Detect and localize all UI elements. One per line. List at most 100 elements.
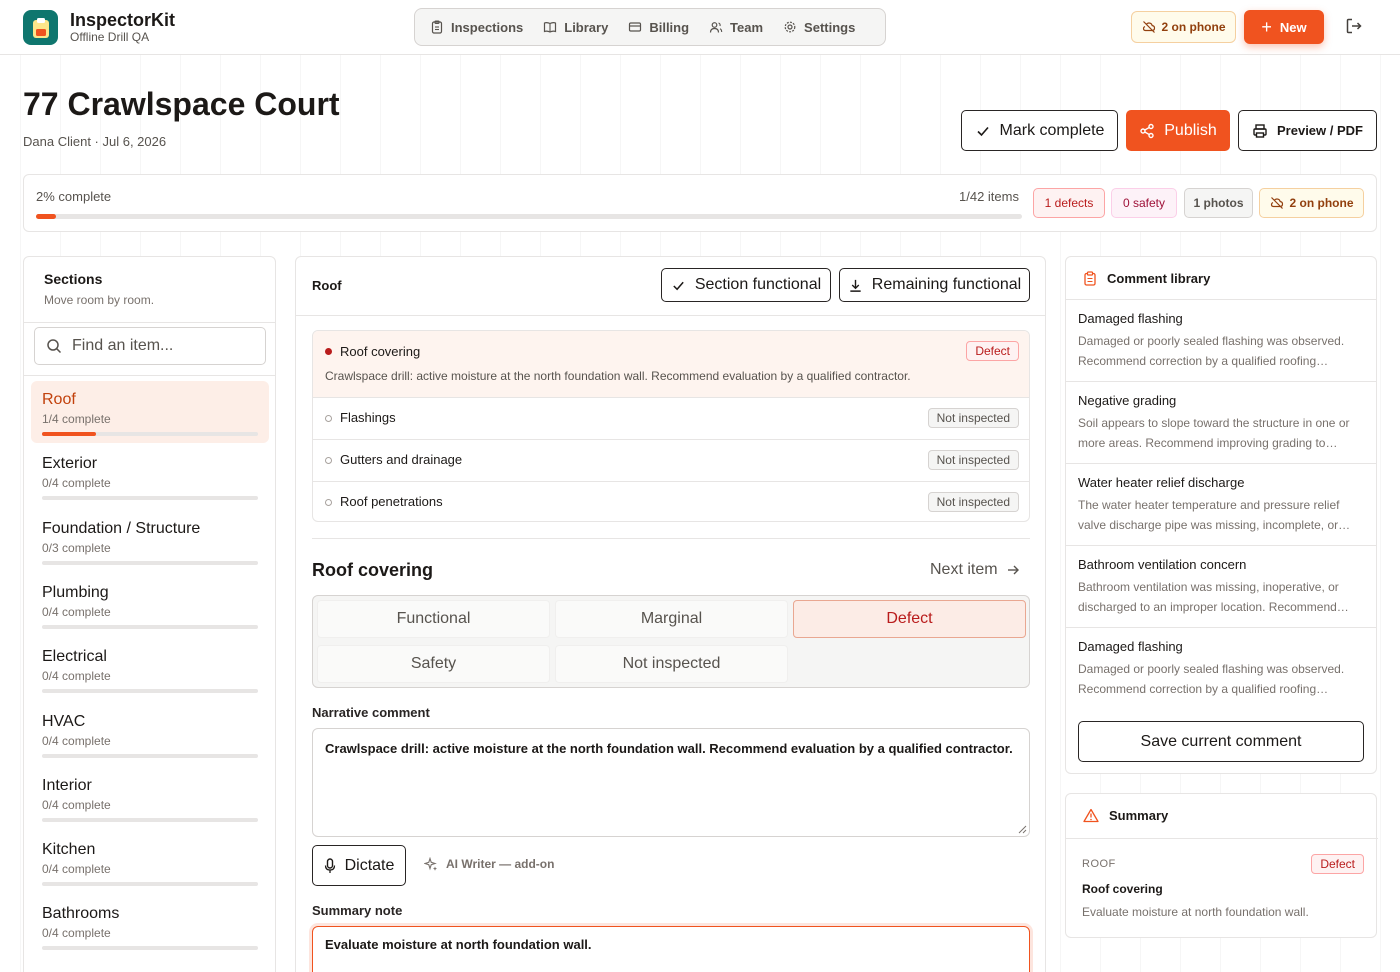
- remaining-functional-label: Remaining functional: [871, 276, 1022, 293]
- photos-badge[interactable]: 1 photos: [1184, 188, 1253, 218]
- comment-library-title: Comment library: [1107, 271, 1211, 286]
- comment-body: The water heater temperature and pressur…: [1078, 498, 1351, 532]
- divider: [312, 538, 1030, 539]
- summary-item-name: Roof covering: [1082, 882, 1163, 896]
- logout-button[interactable]: [1345, 17, 1363, 35]
- defects-badge[interactable]: 1 defects: [1033, 188, 1105, 218]
- rating-defect[interactable]: Defect: [793, 600, 1026, 638]
- divider: [1066, 838, 1378, 839]
- comment-title: Damaged flashing: [1078, 639, 1183, 654]
- item-row-flashings[interactable]: Flashings Not inspected: [313, 397, 1029, 439]
- item-list: Roof covering Defect Crawlspace drill: a…: [312, 330, 1030, 522]
- section-progress-text: 0/4 complete: [42, 926, 111, 941]
- comment-library-entry[interactable]: Bathroom ventilation concern Bathroom ven…: [1066, 545, 1376, 627]
- nav-team[interactable]: Team: [700, 12, 772, 42]
- save-comment-button[interactable]: Save current comment: [1078, 721, 1364, 762]
- item-detail-title: Roof covering: [312, 560, 434, 580]
- status-dot: [325, 415, 332, 422]
- dictate-button[interactable]: Dictate: [312, 845, 406, 886]
- ai-writer-button[interactable]: AI Writer — add-on: [424, 857, 554, 871]
- mark-complete-button[interactable]: Mark complete: [961, 110, 1118, 151]
- section-item[interactable]: Kitchen 0/4 complete: [31, 831, 269, 893]
- offline-phone-badge[interactable]: 2 on phone: [1131, 11, 1236, 43]
- comment-body: Soil appears to slope toward the structu…: [1078, 416, 1350, 450]
- photos-label: 1 photos: [1193, 196, 1244, 210]
- nav-label: Billing: [649, 19, 690, 35]
- progress-label: 2% complete: [36, 189, 112, 204]
- share-icon: [1140, 123, 1154, 138]
- resize-grip-icon[interactable]: [1017, 824, 1027, 834]
- check-icon: [673, 281, 684, 290]
- rating-not-inspected[interactable]: Not inspected: [555, 645, 788, 683]
- summary-section-name: ROOF: [1082, 858, 1116, 870]
- section-item[interactable]: Plumbing 0/4 complete: [31, 574, 269, 636]
- section-progress-bar: [42, 432, 258, 436]
- item-name: Gutters and drainage: [340, 452, 463, 467]
- section-item[interactable]: Electrical 0/4 complete: [31, 638, 269, 700]
- app-logo[interactable]: [23, 10, 58, 45]
- section-name: Foundation / Structure: [42, 519, 201, 537]
- comment-library-entry[interactable]: Damaged flashing Damaged or poorly sealed…: [1066, 299, 1376, 381]
- section-item[interactable]: Foundation / Structure 0/3 complete: [31, 510, 269, 572]
- item-search-input[interactable]: Find an item...: [34, 327, 266, 365]
- preview-pdf-button[interactable]: Preview / PDF: [1238, 110, 1377, 151]
- comment-library-entry[interactable]: Water heater relief discharge The water h…: [1066, 463, 1376, 545]
- progress-bar-fill: [36, 214, 56, 219]
- next-item-button[interactable]: Next item: [930, 561, 1020, 579]
- section-progress-fill: [42, 432, 96, 436]
- section-item[interactable]: Interior 0/4 complete: [31, 767, 269, 829]
- item-status-badge: Not inspected: [927, 450, 1019, 470]
- section-progress-bar: [42, 882, 258, 887]
- rating-safety[interactable]: Safety: [317, 645, 550, 683]
- comment-body: Damaged or poorly sealed flashing was ob…: [1078, 662, 1345, 696]
- section-progress-text: 0/3 complete: [42, 540, 111, 555]
- narrative-textarea[interactable]: Crawlspace drill: active moisture at the…: [312, 728, 1030, 837]
- top-bar: InspectorKit Offline Drill QA Inspection…: [0, 0, 1400, 55]
- status-dot: [325, 499, 332, 506]
- summary-title: Summary: [1109, 808, 1169, 823]
- rating-marginal[interactable]: Marginal: [555, 600, 788, 638]
- nav-inspections[interactable]: Inspections: [421, 12, 532, 42]
- publish-button[interactable]: Publish: [1126, 110, 1230, 151]
- divider: [24, 322, 275, 323]
- section-progress-text: 0/4 complete: [42, 669, 111, 684]
- nav-label: Team: [730, 19, 764, 35]
- page-meta: Dana Client · Jul 6, 2026: [23, 134, 167, 149]
- comment-library-entry[interactable]: Negative grading Soil appears to slope to…: [1066, 381, 1376, 463]
- users-icon: [709, 22, 723, 33]
- section-item[interactable]: HVAC 0/4 complete: [31, 703, 269, 765]
- nav-label: Library: [564, 19, 609, 35]
- new-button[interactable]: + New: [1244, 10, 1324, 44]
- section-item[interactable]: Exterior 0/4 complete: [31, 445, 269, 507]
- remaining-functional-button[interactable]: Remaining functional: [839, 268, 1030, 302]
- safety-badge[interactable]: 0 safety: [1111, 188, 1177, 218]
- section-progress-text: 0/4 complete: [42, 476, 111, 491]
- rating-functional[interactable]: Functional: [317, 600, 550, 638]
- nav-library[interactable]: Library: [534, 12, 617, 42]
- nav-billing[interactable]: Billing: [619, 12, 698, 42]
- summary-note-textarea[interactable]: Evaluate moisture at north foundation wa…: [312, 926, 1030, 972]
- section-editor: Roof Section functional Remaining functi…: [295, 256, 1046, 972]
- item-row-gutters[interactable]: Gutters and drainage Not inspected: [313, 439, 1029, 481]
- section-item[interactable]: Bathrooms 0/4 complete: [31, 895, 269, 957]
- app-name: InspectorKit: [70, 10, 176, 30]
- item-row-penetrations[interactable]: Roof penetrations Not inspected: [313, 481, 1029, 521]
- defects-label: 1 defects: [1044, 196, 1094, 210]
- section-name: Bathrooms: [42, 905, 120, 923]
- plus-icon: +: [1261, 17, 1272, 37]
- comment-body: Damaged or poorly sealed flashing was ob…: [1078, 334, 1345, 368]
- section-item[interactable]: Roof 1/4 complete: [31, 381, 269, 443]
- nav-settings[interactable]: Settings: [774, 12, 864, 42]
- section-progress-bar: [42, 624, 258, 629]
- section-progress-bar: [42, 560, 258, 565]
- section-functional-button[interactable]: Section functional: [661, 268, 831, 302]
- comment-library-entry[interactable]: Damaged flashing Damaged or poorly sealed…: [1066, 627, 1376, 709]
- phone-badge[interactable]: 2 on phone: [1259, 188, 1364, 218]
- item-row-roof-covering[interactable]: Roof covering Defect Crawlspace drill: a…: [313, 331, 1029, 397]
- dictate-label: Dictate: [344, 856, 395, 874]
- comment-library-header: Comment library: [1083, 271, 1210, 286]
- clipboard-icon: [1084, 271, 1096, 286]
- search-placeholder: Find an item...: [72, 337, 174, 354]
- status-dot: [325, 348, 332, 355]
- section-progress-bar: [42, 817, 258, 822]
